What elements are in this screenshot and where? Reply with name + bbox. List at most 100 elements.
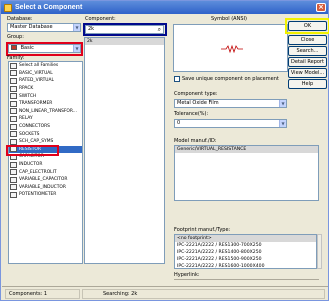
family-item-label: TRANSFORMER [19, 101, 53, 107]
basic-group-icon [11, 45, 17, 50]
family-item-inductor[interactable]: INDUCTOR [9, 161, 82, 169]
group-label: Group: [7, 34, 24, 40]
family-item-label: RPACK [19, 86, 34, 92]
title-bar: Select a Component × [1, 1, 328, 14]
symbol-label: Symbol (ANSI) [211, 16, 247, 22]
family-item-label: SOCKETS [19, 131, 40, 137]
family-item-basic-virtual[interactable]: BASIC_VIRTUAL [9, 70, 82, 78]
family-item-sch-cap-syms[interactable]: SCH_CAP_SYMS [9, 138, 82, 146]
chevron-down-icon: ▼ [73, 24, 80, 31]
family-item-variable-inductor[interactable]: VARIABLE_INDUCTOR [9, 184, 82, 192]
app-icon [4, 3, 12, 12]
window-close-button[interactable]: × [316, 3, 326, 12]
family-item-label: SCH_CAP_SYMS [19, 139, 54, 145]
status-bar: Components: 1 Searching: 2k [2, 286, 328, 300]
family-item-select-all-families[interactable]: Select all Families [9, 62, 82, 70]
sch-cap-syms-icon [10, 138, 17, 145]
component-list[interactable]: 2k [84, 37, 165, 264]
family-item-switch[interactable]: SWITCH [9, 92, 82, 100]
component-search-input[interactable]: 2k ⌕ [85, 25, 164, 34]
all-families-icon [10, 62, 17, 69]
model-list[interactable]: Generic/VIRTUAL_RESISTANCE [174, 145, 319, 201]
inductor-icon [10, 161, 17, 168]
window-title: Select a Component [15, 4, 83, 11]
family-item-resistor[interactable]: RESISTOR [9, 145, 82, 154]
family-item-rated-virtual[interactable]: RATED_VIRTUAL [9, 77, 82, 85]
family-item-variable-capacitor[interactable]: VARIABLE_CAPACITOR [9, 176, 82, 184]
non-linear-transformer-icon [10, 108, 17, 115]
family-item-cap-electrolit[interactable]: CAP_ELECTROLIT [9, 168, 82, 176]
help-button[interactable]: Help [288, 79, 327, 89]
search-button[interactable]: Search... [288, 46, 327, 56]
virtual-icon [10, 70, 17, 77]
family-item-rpack[interactable]: RPACK [9, 85, 82, 93]
family-item-non-linear-transfor[interactable]: NON_LINEAR_TRANSFOR... [9, 108, 82, 116]
family-item-potentiometer[interactable]: POTENTIOMETER [9, 191, 82, 199]
footprint-list-item[interactable]: IPC-2221A/2222 / RES1500-900X250 [175, 256, 316, 263]
component-type-dropdown[interactable]: Metal Oxide Film ▼ [174, 99, 287, 108]
component-label: Component: [85, 16, 116, 22]
family-item-label: CONNECTORS [19, 124, 50, 130]
footprint-label: Footprint manuf./Type: [174, 227, 231, 233]
symbol-preview [173, 24, 288, 72]
family-item-label: RESISTOR [19, 146, 41, 152]
hyperlink-label: Hyperlink: [174, 272, 200, 278]
search-icon[interactable]: ⌕ [158, 26, 161, 33]
resistor-symbol-icon [221, 44, 243, 54]
chevron-down-icon: ▼ [279, 120, 286, 127]
relay-icon [10, 115, 17, 122]
capacitor-icon [10, 153, 17, 160]
family-item-label: RATED_VIRTUAL [19, 78, 54, 84]
save-unique-checkbox[interactable] [174, 76, 180, 82]
family-list[interactable]: Select all Families BASIC_VIRTUAL RATED_VI… [8, 61, 83, 264]
tolerance-label: Tolerance(%): [174, 111, 209, 117]
view-model-button[interactable]: View Model... [288, 68, 327, 78]
footprint-list-item[interactable]: IPC-2221A/2222 / RES1400-800X250 [175, 249, 316, 256]
component-type-label: Component type: [174, 91, 218, 97]
footprint-list-item[interactable]: IPC-2221A/2222 / RES1300-700X250 [175, 242, 316, 249]
sockets-icon [10, 131, 17, 138]
family-item-sockets[interactable]: SOCKETS [9, 130, 82, 138]
rpack-icon [10, 85, 17, 92]
footprint-list[interactable]: <no footprint> IPC-2221A/2222 / RES1300-7… [174, 234, 317, 269]
save-unique-label: Save unique component on placement [182, 76, 279, 82]
detail-report-button[interactable]: Detail Report [288, 57, 327, 67]
group-dropdown[interactable]: Basic ▼ [8, 44, 81, 53]
rated-virtual-icon [10, 77, 17, 84]
tolerance-value: 0 [177, 120, 181, 126]
family-item-label: Select all Families [19, 63, 59, 69]
database-value: Master Database [10, 24, 53, 30]
component-list-item[interactable]: 2k [85, 38, 164, 45]
family-item-label: POTENTIOMETER [19, 192, 57, 198]
family-item-label: INDUCTOR [19, 162, 43, 168]
family-item-connectors[interactable]: CONNECTORS [9, 123, 82, 131]
divider [174, 279, 319, 280]
family-item-capacitor[interactable]: CAPACITOR [9, 153, 82, 161]
select-component-dialog: Select a Component × Database: Master Da… [0, 0, 329, 301]
components-count: Components: 1 [5, 289, 80, 299]
chevron-down-icon: ▼ [279, 100, 286, 107]
tolerance-dropdown[interactable]: 0 ▼ [174, 119, 287, 128]
component-type-value: Metal Oxide Film [177, 100, 219, 106]
resistor-icon [10, 146, 17, 153]
database-label: Database: [7, 16, 33, 22]
family-item-relay[interactable]: RELAY [9, 115, 82, 123]
variable-capacitor-icon [10, 176, 17, 183]
database-dropdown[interactable]: Master Database ▼ [7, 23, 81, 32]
family-item-transformer[interactable]: TRANSFORMER [9, 100, 82, 108]
group-value: Basic [20, 45, 34, 51]
electrolytic-capacitor-icon [10, 169, 17, 176]
family-item-label: VARIABLE_INDUCTOR [19, 184, 66, 190]
footprint-list-item[interactable]: <no footprint> [175, 235, 316, 242]
connectors-icon [10, 123, 17, 130]
family-item-label: BASIC_VIRTUAL [19, 70, 53, 76]
switch-icon [10, 93, 17, 100]
model-list-item[interactable]: Generic/VIRTUAL_RESISTANCE [175, 146, 318, 153]
chevron-down-icon: ▼ [73, 45, 80, 52]
close-button[interactable]: Close [288, 35, 327, 45]
family-item-label: SWITCH [19, 93, 37, 99]
ok-button[interactable]: OK [288, 21, 327, 31]
footprint-list-item[interactable]: IPC-2221A/2222 / RES1600-1000X400 [175, 263, 316, 268]
footprint-scrollbar[interactable] [317, 234, 322, 269]
family-item-label: CAPACITOR [19, 154, 44, 160]
